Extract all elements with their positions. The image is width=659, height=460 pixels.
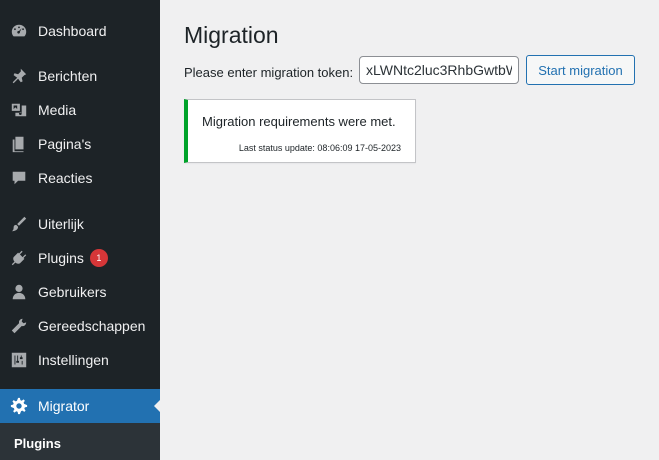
main-content: Migration Please enter migration token: … <box>162 0 659 460</box>
sidebar-item-media[interactable]: Media <box>0 93 160 127</box>
sidebar-item-label: Berichten <box>38 68 98 84</box>
page-title: Migration <box>184 22 279 48</box>
sidebar-item-label: Gereedschappen <box>38 318 146 334</box>
settings-sliders-icon <box>9 350 29 370</box>
sidebar-item-uiterlijk[interactable]: Uiterlijk <box>0 207 160 241</box>
sidebar-item-label: Uiterlijk <box>38 216 84 232</box>
dashboard-icon <box>9 21 29 41</box>
start-migration-button[interactable]: Start migration <box>526 55 635 85</box>
sidebar-item-paginas[interactable]: Pagina's <box>0 127 160 161</box>
status-timestamp: Last status update: 08:06:09 17-05-2023 <box>238 143 401 153</box>
sidebar-item-plugins[interactable]: Plugins 1 <box>0 241 160 275</box>
sidebar-item-migrator[interactable]: Migrator <box>0 389 162 423</box>
brush-icon <box>9 214 29 234</box>
sidebar-item-label: Dashboard <box>38 23 107 39</box>
sidebar-item-berichten[interactable]: Berichten <box>0 59 160 93</box>
plugin-icon <box>9 248 29 268</box>
sidebar-item-label: Reacties <box>38 170 93 186</box>
sidebar-item-gereedschappen[interactable]: Gereedschappen <box>0 309 160 343</box>
sidebar-item-label: Plugins <box>38 250 84 266</box>
submenu: Plugins <box>0 423 160 460</box>
comment-icon <box>9 168 29 188</box>
notice-message: Migration requirements were met. <box>202 114 396 129</box>
pages-icon <box>9 134 29 154</box>
submenu-item-plugins[interactable]: Plugins <box>14 436 61 451</box>
sidebar-item-label: Gebruikers <box>38 284 107 300</box>
sidebar-item-label: Media <box>38 102 77 118</box>
sidebar-item-label: Migrator <box>38 398 90 414</box>
sidebar-item-reacties[interactable]: Reacties <box>0 161 160 195</box>
success-notice: Migration requirements were met. Last st… <box>184 99 416 163</box>
media-icon <box>9 100 29 120</box>
users-icon <box>9 282 29 302</box>
pin-icon <box>9 66 29 86</box>
admin-sidebar: Dashboard Berichten Media Pagina's React… <box>0 0 162 460</box>
sidebar-item-label: Instellingen <box>38 352 109 368</box>
gear-icon <box>9 396 29 416</box>
update-count-badge: 1 <box>89 249 108 267</box>
token-label: Please enter migration token: <box>184 65 354 80</box>
sidebar-item-gebruikers[interactable]: Gebruikers <box>0 275 160 309</box>
sidebar-item-dashboard[interactable]: Dashboard <box>0 14 160 48</box>
sidebar-item-label: Pagina's <box>38 136 92 152</box>
sidebar-item-instellingen[interactable]: Instellingen <box>0 343 160 377</box>
wrench-icon <box>9 316 29 336</box>
token-input[interactable] <box>359 56 519 84</box>
